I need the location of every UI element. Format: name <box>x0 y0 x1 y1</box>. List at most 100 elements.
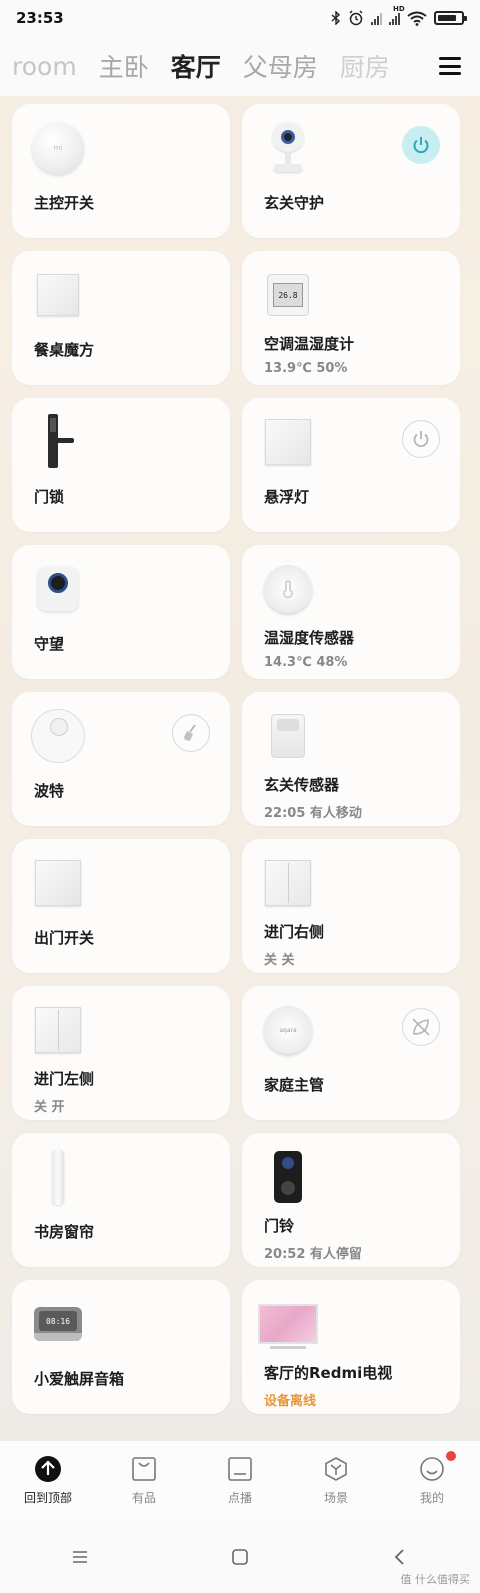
signal-strength-icon <box>371 12 382 25</box>
power-button[interactable] <box>402 420 440 458</box>
home-button[interactable] <box>210 1537 270 1577</box>
device-card-door-lock[interactable]: 门锁 <box>12 398 230 532</box>
device-card-watch-camera[interactable]: 守望 <box>12 545 230 679</box>
doorbell-icon <box>274 1151 302 1203</box>
play-icon <box>226 1455 254 1483</box>
status-bar: 23:53 HD <box>0 0 480 36</box>
device-name: 进门左侧 <box>34 1070 95 1088</box>
device-name: 悬浮灯 <box>264 488 310 506</box>
sweep-button[interactable] <box>172 714 210 752</box>
device-grid: mi 主控开关 玄关守护 餐桌魔方 26.8 空调温湿度计 13.9℃ 50% … <box>12 104 468 1414</box>
device-card-ac-thermometer[interactable]: 26.8 空调温湿度计 13.9℃ 50% <box>242 251 460 385</box>
device-name: 玄关守护 <box>264 194 325 212</box>
security-camera-icon <box>38 567 78 611</box>
device-status: 13.9℃ 50% <box>264 361 348 376</box>
menu-lines-icon <box>73 1550 87 1563</box>
recents-button[interactable] <box>50 1537 110 1577</box>
tab-parents-room[interactable]: 父母房 <box>243 48 318 84</box>
room-tab-bar: room 主卧 客厅 父母房 厨房 <box>0 36 480 96</box>
speaker-display: 08:16 <box>39 1311 77 1331</box>
shopping-bag-icon <box>130 1455 158 1483</box>
double-switch-icon <box>265 860 311 906</box>
device-name: 出门开关 <box>34 929 95 947</box>
home-square-icon <box>232 1548 248 1565</box>
nav-label: 我的 <box>419 1491 444 1505</box>
system-nav-bar: 值 什么值得买 <box>0 1520 480 1593</box>
device-card-temp-sensor[interactable]: 温湿度传感器 14.3℃ 48% <box>242 545 460 679</box>
hub-icon: aqara <box>264 1006 312 1054</box>
nav-youpin[interactable]: 有品 <box>96 1455 192 1506</box>
device-card-redmi-tv[interactable]: 客厅的Redmi电视 设备离线 <box>242 1280 460 1414</box>
temperature-sensor-icon <box>264 565 312 613</box>
smart-speaker-icon: 08:16 <box>34 1307 82 1341</box>
device-card-doorbell[interactable]: 门铃 20:52 有人停留 <box>242 1133 460 1267</box>
bluetooth-icon <box>331 11 341 25</box>
device-card-main-switch[interactable]: mi 主控开关 <box>12 104 230 238</box>
tab-kitchen[interactable]: 厨房 <box>340 48 390 84</box>
signal-strength-hd-icon: HD <box>389 5 405 25</box>
device-name: 空调温湿度计 <box>264 335 355 353</box>
wall-switch-icon <box>35 860 81 906</box>
scene-icon <box>322 1455 350 1483</box>
device-card-smart-speaker[interactable]: 08:16 小爱触屏音箱 <box>12 1280 230 1414</box>
nav-profile[interactable]: 我的 <box>384 1451 480 1506</box>
curtain-icon <box>52 1149 64 1205</box>
power-icon <box>413 137 429 154</box>
device-status-offline: 设备离线 <box>264 1394 317 1409</box>
double-switch-icon <box>35 1007 81 1053</box>
device-name: 门锁 <box>34 488 65 506</box>
device-status: 20:52 有人停留 <box>264 1247 362 1262</box>
device-name: 玄关传感器 <box>264 776 340 794</box>
nav-label: 回到顶部 <box>23 1491 72 1505</box>
gateway-icon: mi <box>32 122 84 174</box>
device-status: 关 开 <box>34 1100 65 1115</box>
robot-vacuum-icon <box>31 709 85 763</box>
power-icon <box>413 431 429 448</box>
device-card-cube[interactable]: 餐桌魔方 <box>12 251 230 385</box>
room-tabs-track: room 主卧 客厅 父母房 厨房 <box>0 48 390 84</box>
door-lock-icon <box>38 414 78 470</box>
device-card-entry-left[interactable]: 进门左侧 关 开 <box>12 986 230 1120</box>
device-name: 守望 <box>34 635 65 653</box>
light-switch-icon <box>265 419 311 465</box>
nav-label: 场景 <box>323 1491 348 1505</box>
camera-icon <box>270 122 306 174</box>
tab-living-room[interactable]: 客厅 <box>171 48 221 84</box>
sim-label: HD <box>393 4 405 13</box>
cube-icon <box>37 274 79 316</box>
device-card-robot-vacuum[interactable]: 波特 <box>12 692 230 826</box>
device-name: 书房窗帘 <box>34 1223 95 1241</box>
watermark: 值 什么值得买 <box>400 1573 471 1586</box>
device-card-entry-right[interactable]: 进门右侧 关 关 <box>242 839 460 973</box>
device-status: 关 关 <box>264 953 295 968</box>
device-card-entrance-camera[interactable]: 玄关守护 <box>242 104 460 238</box>
device-name: 波特 <box>34 782 65 800</box>
device-status: 14.3℃ 48% <box>264 655 348 670</box>
offline-icon <box>412 1018 430 1036</box>
status-time: 23:53 <box>16 9 64 27</box>
device-card-floating-light[interactable]: 悬浮灯 <box>242 398 460 532</box>
battery-icon <box>434 11 467 25</box>
device-name: 温湿度传感器 <box>264 629 355 647</box>
tab-room[interactable]: room <box>12 52 77 81</box>
back-chevron-icon <box>394 1548 404 1565</box>
device-name: 家庭主管 <box>264 1076 325 1094</box>
nav-back-to-top[interactable]: 回到顶部 <box>0 1455 96 1506</box>
motion-sensor-icon <box>271 714 305 758</box>
device-card-home-hub[interactable]: aqara 家庭主管 <box>242 986 460 1120</box>
device-card-entrance-sensor[interactable]: 玄关传感器 22:05 有人移动 <box>242 692 460 826</box>
tab-master-bedroom[interactable]: 主卧 <box>99 48 149 84</box>
device-status: 22:05 有人移动 <box>264 806 362 821</box>
tv-icon <box>258 1304 318 1349</box>
nav-on-demand[interactable]: 点播 <box>192 1455 288 1506</box>
room-menu-button[interactable] <box>400 36 480 96</box>
thermometer-display: 26.8 <box>273 283 303 307</box>
nav-scene[interactable]: 场景 <box>288 1455 384 1506</box>
power-button[interactable] <box>402 126 440 164</box>
offline-button[interactable] <box>402 1008 440 1046</box>
device-name: 客厅的Redmi电视 <box>264 1364 393 1382</box>
device-name: 门铃 <box>264 1217 295 1235</box>
device-card-exit-switch[interactable]: 出门开关 <box>12 839 230 973</box>
wifi-icon <box>407 11 427 26</box>
device-card-study-curtain[interactable]: 书房窗帘 <box>12 1133 230 1267</box>
